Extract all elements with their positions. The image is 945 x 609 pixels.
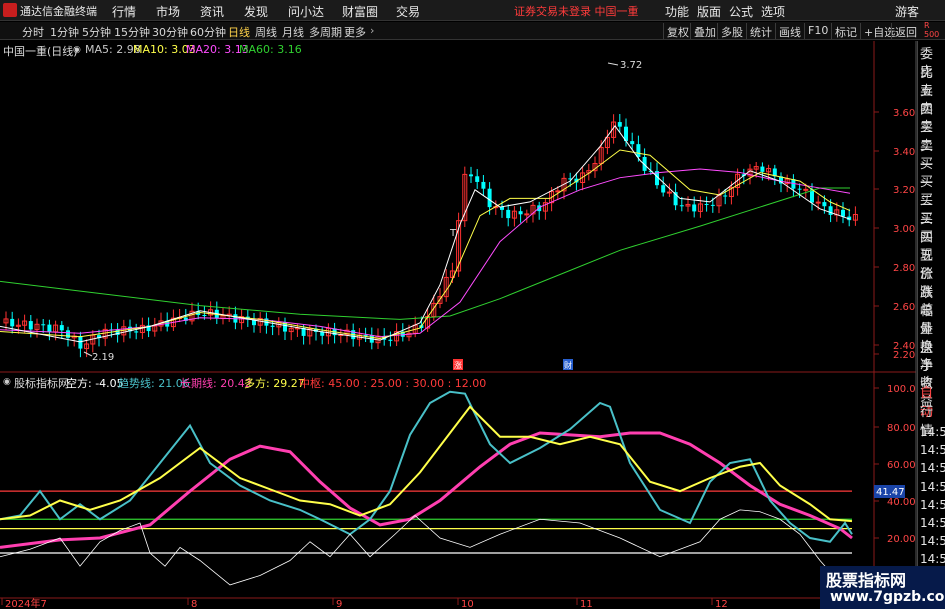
candle-up xyxy=(524,213,530,216)
candle-down xyxy=(388,339,393,341)
price-tick-label: 2.80 xyxy=(893,263,915,274)
bear-line xyxy=(0,509,841,586)
candle-down xyxy=(481,181,486,189)
price-tick-label: 3.60 xyxy=(893,108,915,119)
candle-down xyxy=(710,204,715,206)
candle-down xyxy=(66,330,70,338)
price-tick-label: 3.20 xyxy=(893,185,915,196)
tick-time-6: 14:56 xyxy=(920,534,945,549)
candle-down xyxy=(828,206,833,215)
finance-badge-label: 财 xyxy=(564,360,572,370)
candle-down xyxy=(10,318,15,327)
t-mark: T xyxy=(449,228,457,239)
candle-down xyxy=(518,211,523,215)
watermark-title: 股票指标网 xyxy=(826,571,907,590)
candle-down xyxy=(475,176,480,182)
ma60-line xyxy=(0,187,850,320)
tick-time-2: 14:56 xyxy=(920,461,945,476)
low-price-label: 2.19 xyxy=(92,352,114,363)
time-axis-label: 9 xyxy=(336,599,342,609)
low-pointer xyxy=(83,351,93,357)
candle-down xyxy=(636,144,641,157)
candle-down xyxy=(270,325,275,327)
time-axis-label: 10 xyxy=(461,599,474,609)
price-tick-label: 2.20 xyxy=(893,350,915,361)
watermark-url: www.7gpzb.com xyxy=(830,589,945,605)
time-axis-label: 2024年7 xyxy=(5,597,47,609)
candle-down xyxy=(617,122,622,127)
candle-up xyxy=(803,188,809,191)
tick-time-3: 14:56 xyxy=(920,479,945,494)
bull-label: 多方: 29.27 xyxy=(244,377,305,390)
kline-chart[interactable]: 3.603.403.203.002.802.602.402.20 100.080… xyxy=(0,0,945,609)
bull-line xyxy=(0,405,853,523)
indicator-tick-label: 40.00 xyxy=(887,497,916,508)
price-tick-label: 3.00 xyxy=(893,224,915,235)
candle-down xyxy=(28,321,33,330)
trend-label: 趋势线: 21.06 xyxy=(118,377,190,390)
candle-up xyxy=(666,191,672,194)
bear-label: 空方: -4.05 xyxy=(66,377,124,390)
indicator-tick-label: 20.00 xyxy=(887,534,916,545)
candle-up xyxy=(555,190,561,193)
time-axis-label: 11 xyxy=(580,599,593,609)
candle-down xyxy=(506,209,511,219)
price-tick-label: 2.60 xyxy=(893,302,915,313)
candle-down xyxy=(704,203,709,205)
tick-time-1: 14:56 xyxy=(920,443,945,458)
tick-time-4: 14:56 xyxy=(920,497,945,512)
candle-down xyxy=(679,205,684,207)
candle-down xyxy=(797,188,802,190)
candle-down xyxy=(469,174,473,177)
time-axis-label: 12 xyxy=(715,599,728,609)
tick-time-5: 14:56 xyxy=(920,516,945,530)
high-price-label: 3.72 xyxy=(620,60,642,71)
indicator-value-text: 41.47 xyxy=(876,487,905,498)
watermark: 股票指标网 www.7gpzb.com xyxy=(820,566,945,609)
pivot-label: 中枢: 45.00 : 25.00 : 30.00 : 12.00 xyxy=(299,377,487,390)
tick-time-0: 14:56 xyxy=(920,425,945,439)
limit-up-badge-label: 涨 xyxy=(454,360,462,370)
r500-label: R 500 xyxy=(924,21,940,39)
ma5-line xyxy=(0,124,851,343)
candle-down xyxy=(760,166,765,172)
high-pointer xyxy=(607,62,619,66)
indicator-name: 股标指标网 xyxy=(14,377,69,390)
candle-down xyxy=(661,185,666,193)
time-axis-label: 8 xyxy=(191,599,197,609)
indicator-collapse-icon[interactable]: ◉ xyxy=(3,377,11,387)
candle-down xyxy=(723,195,728,197)
candle-down xyxy=(59,325,64,331)
candle-down xyxy=(134,331,139,333)
candle-down xyxy=(202,314,207,316)
candle-down xyxy=(692,204,697,212)
ma10-line xyxy=(0,149,851,339)
ma20-line xyxy=(0,168,851,338)
indicator-tick-label: 60.00 xyxy=(887,460,916,471)
longterm-label: 长期线: 20.42 xyxy=(180,377,252,390)
indicator-tick-label: 100.0 xyxy=(887,384,916,395)
candle-down xyxy=(822,202,827,207)
candle-down xyxy=(47,324,52,332)
price-tick-label: 3.40 xyxy=(893,147,915,158)
candle-down xyxy=(41,324,46,326)
quote-side-panel: R 500 委比 卖五 卖四 卖三 卖二 卖一 买一 买二 买三 买四 买五 现价 涨跌 涨幅 总量 外盘 换手… xyxy=(917,21,945,609)
candle-down xyxy=(487,188,492,208)
longterm-line xyxy=(0,431,853,549)
candle-down xyxy=(841,209,845,217)
indicator-tick-label: 80.00 xyxy=(887,423,916,434)
candle-down xyxy=(630,141,635,145)
candle-up xyxy=(815,201,821,204)
